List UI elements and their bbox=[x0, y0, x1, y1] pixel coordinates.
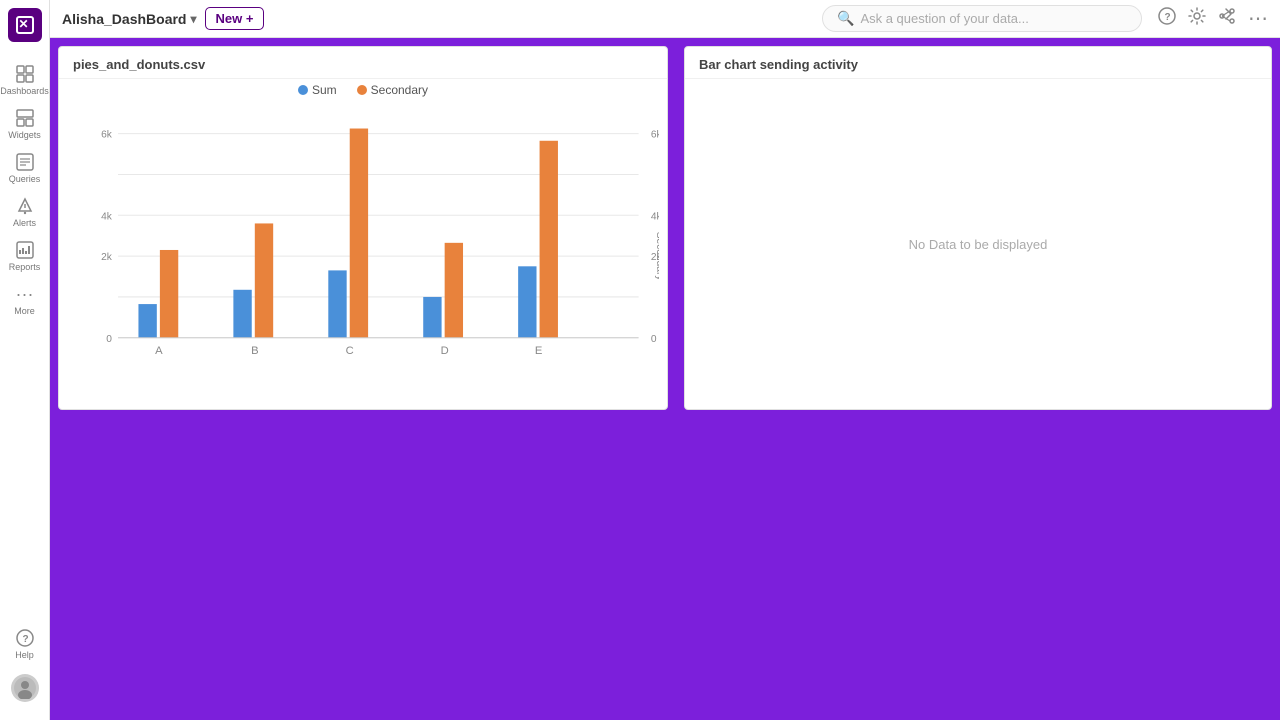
legend-secondary: Secondary bbox=[357, 83, 428, 97]
sidebar-item-help-label: Help bbox=[15, 650, 34, 660]
search-icon: 🔍 bbox=[837, 10, 854, 27]
search-bar[interactable]: 🔍 Ask a question of your data... bbox=[822, 5, 1142, 32]
bar-c-secondary bbox=[350, 129, 368, 338]
y-label-0-right: 0 bbox=[651, 334, 657, 345]
search-placeholder-text: Ask a question of your data... bbox=[860, 11, 1028, 26]
y-label-4k-left: 4k bbox=[101, 211, 113, 222]
y-label-6k-left: 6k bbox=[101, 130, 113, 141]
x-label-d: D bbox=[441, 345, 449, 357]
bar-c-sum bbox=[328, 270, 346, 337]
header-chevron-icon[interactable]: ▾ bbox=[190, 12, 196, 26]
legend-sum: Sum bbox=[298, 83, 337, 97]
y-label-0-left: 0 bbox=[106, 334, 112, 345]
widgets-icon bbox=[15, 108, 35, 128]
sidebar-item-alerts-label: Alerts bbox=[13, 218, 36, 228]
x-label-b: B bbox=[251, 345, 258, 357]
bar-e-sum bbox=[518, 266, 536, 337]
secondary-dot bbox=[357, 85, 367, 95]
sidebar-item-queries-label: Queries bbox=[9, 174, 41, 184]
sidebar-item-help[interactable]: ? Help bbox=[11, 622, 39, 666]
left-chart-panel: pies_and_donuts.csv Sum Secondary bbox=[58, 46, 668, 410]
left-chart-title: pies_and_donuts.csv bbox=[59, 47, 667, 79]
dashboard-title: Alisha_DashBoard ▾ bbox=[62, 11, 197, 27]
reports-icon bbox=[15, 240, 35, 260]
help-icon: ? bbox=[15, 628, 35, 648]
secondary-axis-label: Secondary bbox=[654, 232, 659, 282]
bar-chart-container: Sum Secondary bbox=[59, 79, 667, 409]
settings-button[interactable] bbox=[1188, 7, 1206, 30]
y-label-2k-left: 2k bbox=[101, 252, 113, 263]
bar-d-sum bbox=[423, 297, 441, 338]
header-actions: ? ⋯ bbox=[1158, 7, 1268, 30]
sidebar-item-queries[interactable]: Queries bbox=[0, 146, 49, 190]
bar-e-secondary bbox=[540, 141, 558, 338]
share-button[interactable] bbox=[1218, 7, 1236, 30]
x-label-c: C bbox=[346, 345, 354, 357]
legend-secondary-label: Secondary bbox=[371, 83, 428, 97]
charts-row: pies_and_donuts.csv Sum Secondary bbox=[50, 38, 1280, 418]
bottom-area bbox=[50, 418, 1280, 720]
sidebar-item-alerts[interactable]: Alerts bbox=[0, 190, 49, 234]
sum-dot bbox=[298, 85, 308, 95]
more-options-button[interactable]: ⋯ bbox=[1248, 9, 1268, 29]
dashboard-area: pies_and_donuts.csv Sum Secondary bbox=[50, 38, 1280, 720]
svg-text:?: ? bbox=[22, 634, 28, 645]
logo-icon: ✕ bbox=[16, 16, 34, 34]
sidebar-item-widgets-label: Widgets bbox=[8, 130, 41, 140]
right-chart-title: Bar chart sending activity bbox=[685, 47, 1271, 79]
queries-icon bbox=[15, 152, 35, 172]
x-label-e: E bbox=[535, 345, 542, 357]
header: Alisha_DashBoard ▾ New + 🔍 Ask a questio… bbox=[50, 0, 1280, 38]
legend-sum-label: Sum bbox=[312, 83, 337, 97]
chart-svg-wrapper: 6k 4k 2k 0 6k 4k 2k 0 Secondary bbox=[67, 101, 659, 401]
new-button[interactable]: New + bbox=[205, 7, 265, 30]
sidebar-item-widgets[interactable]: Widgets bbox=[0, 102, 49, 146]
dashboard-title-text: Alisha_DashBoard bbox=[62, 11, 186, 27]
right-chart-body: No Data to be displayed bbox=[685, 79, 1271, 409]
y-label-6k-right: 6k bbox=[651, 130, 659, 141]
y-label-4k-right: 4k bbox=[651, 211, 659, 222]
sidebar-bottom: ? Help bbox=[11, 622, 39, 712]
svg-text:?: ? bbox=[1165, 12, 1171, 23]
bar-b-sum bbox=[233, 290, 251, 338]
dashboards-icon bbox=[15, 64, 35, 84]
sidebar-item-more-label: More bbox=[14, 306, 35, 316]
no-data-message: No Data to be displayed bbox=[909, 237, 1048, 252]
sidebar-item-reports[interactable]: Reports bbox=[0, 234, 49, 278]
avatar[interactable] bbox=[11, 674, 39, 702]
sidebar-item-dashboards[interactable]: Dashboards bbox=[0, 58, 49, 102]
bar-a-sum bbox=[138, 304, 156, 338]
bar-d-secondary bbox=[445, 243, 463, 338]
bar-a-secondary bbox=[160, 250, 178, 338]
more-icon: ··· bbox=[15, 284, 35, 304]
sidebar: ✕ Dashboards Widgets bbox=[0, 0, 50, 720]
sidebar-item-dashboards-label: Dashboards bbox=[0, 86, 49, 96]
alerts-icon bbox=[15, 196, 35, 216]
main-content: Alisha_DashBoard ▾ New + 🔍 Ask a questio… bbox=[50, 0, 1280, 720]
chart-legend: Sum Secondary bbox=[67, 83, 659, 97]
bar-b-secondary bbox=[255, 223, 273, 337]
right-chart-panel: Bar chart sending activity No Data to be… bbox=[684, 46, 1272, 410]
sidebar-item-reports-label: Reports bbox=[9, 262, 41, 272]
x-label-a: A bbox=[155, 345, 163, 357]
logo-button[interactable]: ✕ bbox=[8, 8, 42, 42]
sidebar-item-more[interactable]: ··· More bbox=[0, 278, 49, 322]
bar-chart-svg: 6k 4k 2k 0 6k 4k 2k 0 Secondary bbox=[67, 101, 659, 401]
help-question-button[interactable]: ? bbox=[1158, 7, 1176, 30]
